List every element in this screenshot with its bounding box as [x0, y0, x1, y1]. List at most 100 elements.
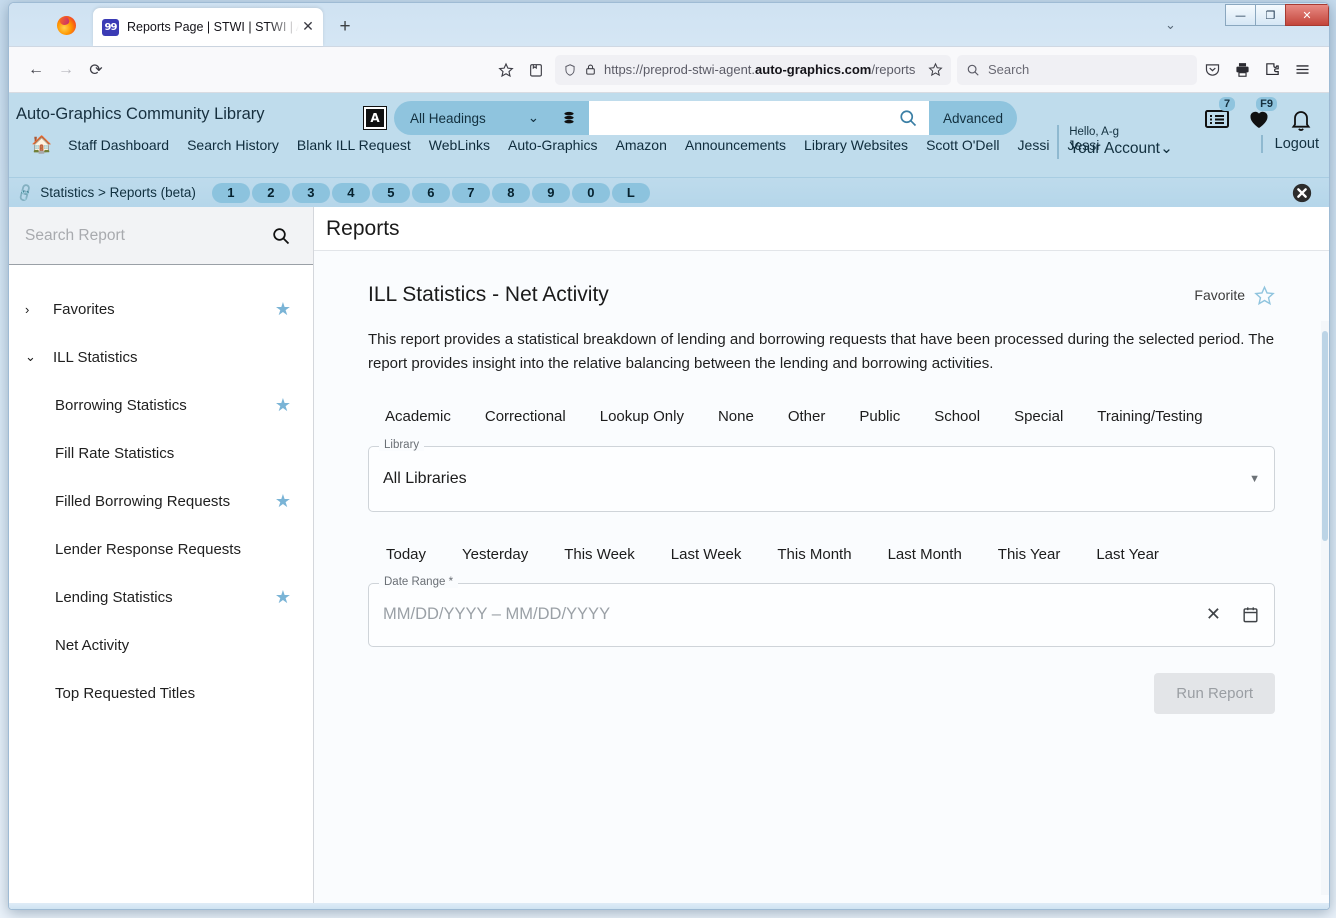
- sidebar-search[interactable]: [9, 207, 313, 265]
- tab-school[interactable]: School: [917, 399, 997, 434]
- quick-range-last-week[interactable]: Last Week: [653, 538, 760, 571]
- tab-academic[interactable]: Academic: [368, 399, 468, 434]
- window-restore-button[interactable]: ❐: [1255, 4, 1285, 26]
- session-pill-5[interactable]: 5: [371, 182, 410, 203]
- nav-link-scott-odell[interactable]: Scott O'Dell: [926, 137, 999, 153]
- nav-link-search-history[interactable]: Search History: [187, 137, 279, 153]
- nav-link-jessi-1[interactable]: Jessi: [1018, 137, 1050, 153]
- sidebar-item-filled-borrowing-requests[interactable]: Filled Borrowing Requests ★: [9, 477, 313, 525]
- advanced-search-button[interactable]: Advanced: [929, 101, 1018, 135]
- reload-button[interactable]: ⟳: [81, 55, 111, 85]
- sidebar-item-top-requested-titles[interactable]: Top Requested Titles: [9, 669, 313, 717]
- session-pill-7[interactable]: 7: [451, 182, 490, 203]
- forward-button[interactable]: →: [51, 55, 81, 85]
- nav-link-auto-graphics[interactable]: Auto-Graphics: [508, 137, 597, 153]
- sidebar-item-lender-response-requests[interactable]: Lender Response Requests: [9, 525, 313, 573]
- tab-close-icon[interactable]: ✕: [299, 18, 317, 36]
- print-icon[interactable]: [1227, 55, 1257, 85]
- clear-date-icon[interactable]: ✕: [1206, 604, 1221, 625]
- tab-list-chevron-icon[interactable]: ⌄: [1165, 17, 1176, 33]
- sidebar-item-favorites[interactable]: › Favorites ★: [9, 285, 313, 333]
- headings-select[interactable]: All Headings ⌄: [394, 101, 549, 135]
- scrollbar-thumb[interactable]: [1322, 331, 1328, 541]
- tab-public[interactable]: Public: [842, 399, 917, 434]
- address-bar[interactable]: https://preprod-stwi-agent.auto-graphics…: [555, 54, 951, 85]
- quick-range-yesterday[interactable]: Yesterday: [444, 538, 546, 571]
- report-title-row: ILL Statistics - Net Activity Favorite: [368, 283, 1275, 307]
- run-report-row: Run Report: [368, 672, 1275, 714]
- database-icon[interactable]: [549, 101, 589, 135]
- library-select[interactable]: Library All Libraries ▼: [368, 438, 1275, 512]
- session-pill-3[interactable]: 3: [291, 182, 330, 203]
- language-translate-icon[interactable]: A: [364, 107, 386, 129]
- nav-link-blank-ill-request[interactable]: Blank ILL Request: [297, 137, 411, 153]
- browser-tab-active[interactable]: 99 Reports Page | STWI | STWI | Au ✕: [93, 8, 323, 46]
- quick-range-last-year[interactable]: Last Year: [1078, 538, 1177, 571]
- back-button[interactable]: ←: [21, 55, 51, 85]
- tab-correctional[interactable]: Correctional: [468, 399, 583, 434]
- catalog-search-group: A All Headings ⌄ Advanced: [364, 101, 1018, 135]
- session-pill-2[interactable]: 2: [251, 182, 290, 203]
- sidebar-item-ill-statistics[interactable]: ⌄ ILL Statistics: [9, 333, 313, 381]
- status-bar-ghost-text: [339, 900, 342, 909]
- nav-link-announcements[interactable]: Announcements: [685, 137, 786, 153]
- tab-none[interactable]: None: [701, 399, 771, 434]
- my-lists-icon[interactable]: 7: [1199, 97, 1235, 139]
- sidebar-item-lending-statistics[interactable]: Lending Statistics ★: [9, 573, 313, 621]
- sidebar-item-borrowing-statistics[interactable]: Borrowing Statistics ★: [9, 381, 313, 429]
- quick-range-this-week[interactable]: This Week: [546, 538, 653, 571]
- reports-content: Reports ILL Statistics - Net Activity Fa…: [314, 207, 1329, 903]
- quick-range-this-year[interactable]: This Year: [980, 538, 1079, 571]
- date-range-field[interactable]: Date Range * MM/DD/YYYY – MM/DD/YYYY ✕: [368, 575, 1275, 647]
- session-pill-9[interactable]: 9: [531, 182, 570, 203]
- sidebar-item-fill-rate-statistics[interactable]: Fill Rate Statistics: [9, 429, 313, 477]
- session-pill-0[interactable]: 0: [571, 182, 610, 203]
- session-pill-1[interactable]: 1: [211, 182, 250, 203]
- session-pill-4[interactable]: 4: [331, 182, 370, 203]
- page-scrollbar[interactable]: [1321, 321, 1329, 895]
- session-pill-8[interactable]: 8: [491, 182, 530, 203]
- search-report-input[interactable]: [25, 226, 261, 245]
- session-pill-l[interactable]: L: [611, 182, 650, 203]
- window-close-button[interactable]: ✕: [1285, 4, 1329, 26]
- notifications-bell-icon[interactable]: [1283, 99, 1319, 139]
- nav-link-weblinks[interactable]: WebLinks: [429, 137, 490, 153]
- favorite-star-icon[interactable]: ★: [275, 395, 291, 416]
- tab-other[interactable]: Other: [771, 399, 843, 434]
- catalog-search-button[interactable]: [887, 101, 929, 135]
- new-tab-button[interactable]: +: [335, 17, 355, 36]
- logout-link[interactable]: Logout: [1275, 136, 1319, 152]
- favorite-star-icon[interactable]: ★: [275, 491, 291, 512]
- pocket-icon[interactable]: [1197, 55, 1227, 85]
- nav-link-library-websites[interactable]: Library Websites: [804, 137, 908, 153]
- favorites-heart-icon[interactable]: F9: [1241, 97, 1277, 139]
- calendar-icon[interactable]: [1241, 605, 1260, 624]
- bookmark-star-icon[interactable]: [491, 55, 521, 85]
- quick-range-last-month[interactable]: Last Month: [870, 538, 980, 571]
- close-icon[interactable]: [1291, 182, 1313, 204]
- catalog-search-input[interactable]: [589, 101, 887, 135]
- nav-link-staff-dashboard[interactable]: Staff Dashboard: [68, 137, 169, 153]
- favorite-star-icon[interactable]: ★: [275, 587, 291, 608]
- menu-hamburger-icon[interactable]: [1287, 55, 1317, 85]
- tab-special[interactable]: Special: [997, 399, 1080, 434]
- home-icon[interactable]: 🏠: [31, 135, 52, 155]
- sidebar-item-net-activity[interactable]: Net Activity: [9, 621, 313, 669]
- favorite-toggle[interactable]: Favorite: [1194, 285, 1275, 306]
- browser-search-box[interactable]: Search: [957, 54, 1197, 85]
- quick-range-this-month[interactable]: This Month: [759, 538, 869, 571]
- nav-link-jessi-2[interactable]: Jessi: [1067, 137, 1099, 153]
- sidebar-item-label: Filled Borrowing Requests: [55, 492, 231, 510]
- quick-range-today[interactable]: Today: [368, 538, 444, 571]
- tab-lookup-only[interactable]: Lookup Only: [583, 399, 701, 434]
- favorites-badge: F9: [1256, 97, 1277, 111]
- nav-link-amazon[interactable]: Amazon: [616, 137, 667, 153]
- save-to-pocket-icon[interactable]: [521, 55, 551, 85]
- run-report-button[interactable]: Run Report: [1154, 672, 1275, 714]
- bookmark-page-star-icon: [928, 62, 943, 77]
- favorite-star-icon[interactable]: ★: [275, 299, 291, 320]
- session-pill-6[interactable]: 6: [411, 182, 450, 203]
- window-minimize-button[interactable]: —: [1225, 4, 1255, 26]
- tab-training-testing[interactable]: Training/Testing: [1080, 399, 1219, 434]
- extensions-icon[interactable]: [1257, 55, 1287, 85]
